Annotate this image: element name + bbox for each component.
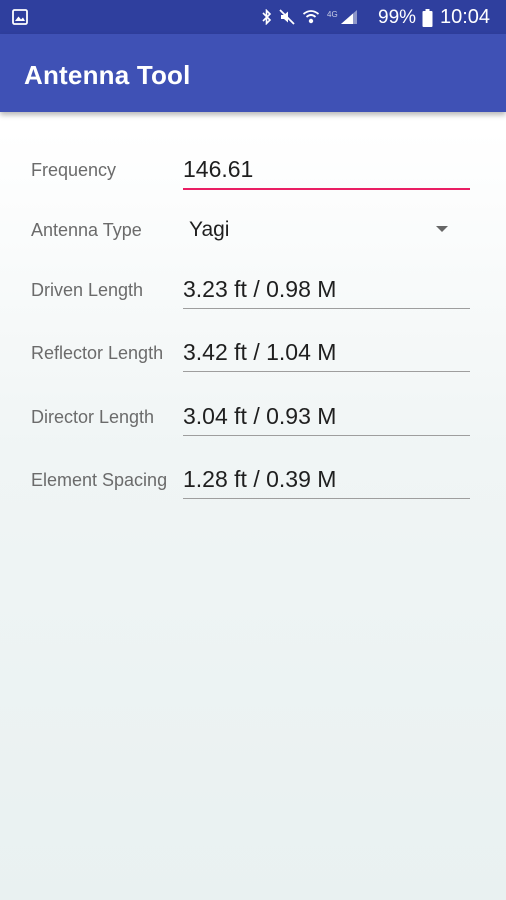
frequency-row: Frequency 146.61 [0, 148, 506, 198]
director-length-row: Director Length 3.04 ft / 0.93 M [0, 395, 506, 445]
frequency-value: 146.61 [183, 156, 254, 182]
antenna-type-label: Antenna Type [31, 220, 142, 240]
element-spacing-label: Element Spacing [31, 470, 168, 490]
battery-icon [422, 9, 433, 27]
element-spacing-value: 1.28 ft / 0.39 M [183, 466, 337, 492]
wifi-icon [302, 10, 320, 24]
reflector-length-row: Reflector Length 3.42 ft / 1.04 M [0, 331, 506, 381]
dropdown-arrow-icon [436, 226, 448, 232]
status-bar: 4G 99% 10:04 [0, 0, 506, 34]
frequency-label: Frequency [31, 160, 117, 180]
antenna-type-dropdown[interactable]: Yagi [183, 208, 470, 248]
antenna-type-row: Antenna Type Yagi [0, 208, 506, 258]
driven-length-value: 3.23 ft / 0.98 M [183, 276, 337, 302]
antenna-type-value: Yagi [189, 218, 230, 241]
mute-icon [279, 9, 295, 25]
element-spacing-field[interactable]: 1.28 ft / 0.39 M [183, 458, 470, 499]
signal-icon [340, 10, 357, 24]
director-length-field[interactable]: 3.04 ft / 0.93 M [183, 395, 470, 436]
bluetooth-icon [262, 9, 272, 25]
frequency-input[interactable]: 146.61 [183, 148, 470, 190]
driven-length-row: Driven Length 3.23 ft / 0.98 M [0, 268, 506, 318]
clock: 10:04 [440, 6, 491, 28]
network-type-label: 4G [327, 9, 338, 19]
battery-percent: 99% [378, 7, 417, 28]
app-bar: Antenna Tool [0, 34, 506, 112]
reflector-length-field[interactable]: 3.42 ft / 1.04 M [183, 331, 470, 372]
image-icon [12, 9, 28, 25]
driven-length-label: Driven Length [31, 280, 144, 300]
reflector-length-value: 3.42 ft / 1.04 M [183, 339, 337, 365]
element-spacing-row: Element Spacing 1.28 ft / 0.39 M [0, 458, 506, 508]
director-length-value: 3.04 ft / 0.93 M [183, 403, 337, 429]
reflector-length-label: Reflector Length [31, 343, 164, 363]
app-title: Antenna Tool [24, 60, 191, 90]
driven-length-field[interactable]: 3.23 ft / 0.98 M [183, 268, 470, 309]
director-length-label: Director Length [31, 407, 155, 427]
